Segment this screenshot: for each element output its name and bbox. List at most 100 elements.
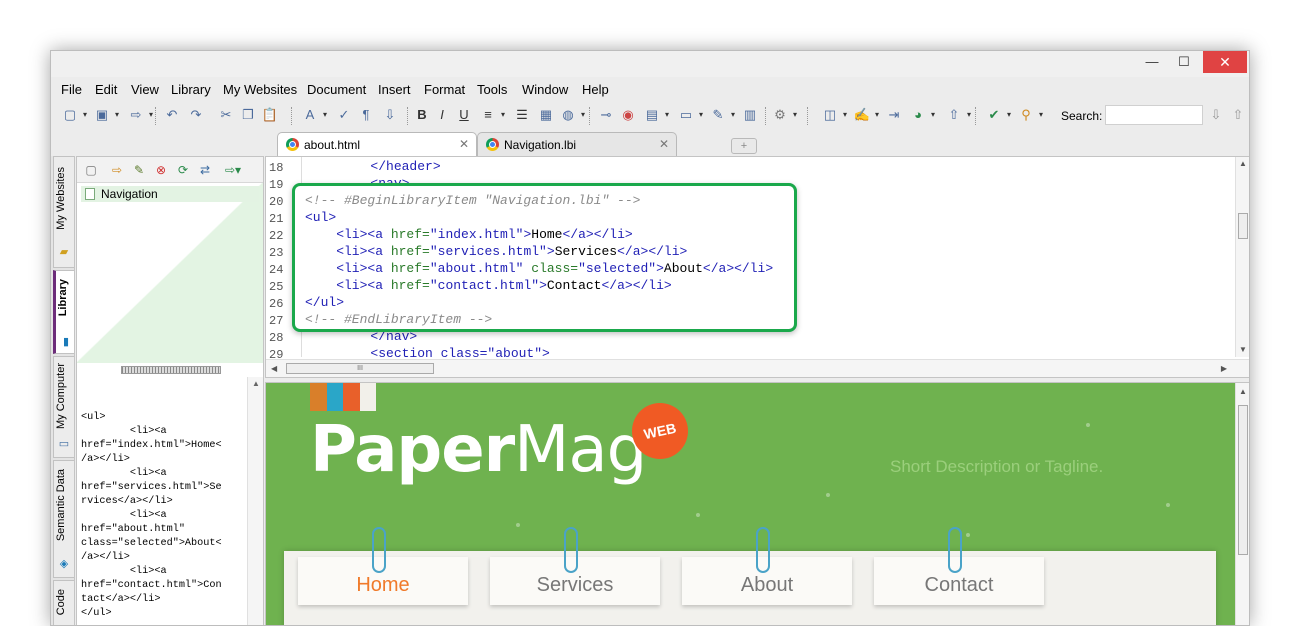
form-icon[interactable]: ▭: [677, 106, 703, 124]
new-file-icon[interactable]: ▢: [61, 106, 87, 124]
library-options-icon[interactable]: ⇨▾: [225, 162, 241, 178]
scroll-down-icon[interactable]: ▼: [1239, 345, 1247, 354]
menu-format[interactable]: Format: [424, 82, 465, 97]
li-open-tag: <li><a: [305, 244, 391, 259]
scroll-up-icon[interactable]: ▲: [252, 379, 260, 388]
menu-document[interactable]: Document: [307, 82, 366, 97]
scroll-up-icon[interactable]: ▲: [1239, 159, 1247, 168]
side-tab-my-websites[interactable]: My Websites ▰: [53, 156, 74, 268]
scroll-thumb[interactable]: [1238, 213, 1248, 239]
export-icon[interactable]: ⇥: [885, 106, 903, 124]
line-number: 27: [269, 314, 284, 328]
href-value: "services.html": [429, 244, 547, 259]
library-preview-scrollbar[interactable]: ▲: [247, 377, 263, 625]
publish-icon[interactable]: ⇨: [127, 106, 153, 124]
bold-icon[interactable]: B: [413, 106, 431, 124]
menu-file[interactable]: File: [61, 82, 82, 97]
side-tab-code[interactable]: Code: [53, 580, 74, 625]
library-item-navigation[interactable]: Navigation: [81, 186, 259, 202]
tab-about-html[interactable]: about.html ✕: [277, 132, 477, 156]
new-library-item-icon[interactable]: ▢: [83, 162, 99, 178]
scroll-thumb[interactable]: III: [286, 363, 434, 374]
layout-icon[interactable]: ◫: [821, 106, 847, 124]
preview-scrollbar[interactable]: ▲: [1235, 383, 1249, 625]
edit-icon[interactable]: ✎: [709, 106, 735, 124]
link-text: Home: [531, 227, 563, 242]
code-line: </header>: [308, 159, 441, 174]
paragraph-icon[interactable]: ¶: [357, 106, 375, 124]
paste-icon[interactable]: 📋: [261, 106, 279, 124]
scroll-thumb[interactable]: [1238, 405, 1248, 555]
search-prev-icon[interactable]: ⇧: [1229, 106, 1247, 124]
redo-icon[interactable]: ↷: [187, 106, 205, 124]
upload-icon[interactable]: ⇧: [945, 106, 971, 124]
menu-help[interactable]: Help: [582, 82, 609, 97]
code-icon[interactable]: ⊸: [597, 106, 615, 124]
li-close-tag: </a></li>: [702, 261, 774, 276]
title-bar: — ☐ ✕: [51, 51, 1249, 77]
menu-library[interactable]: Library: [171, 82, 211, 97]
sync-library-icon[interactable]: ⇄: [197, 162, 213, 178]
layers-icon[interactable]: ▥: [741, 106, 759, 124]
underline-icon[interactable]: U: [455, 106, 473, 124]
menu-my-websites[interactable]: My Websites: [223, 82, 297, 97]
cut-icon[interactable]: ✂: [217, 106, 235, 124]
close-button[interactable]: ✕: [1203, 51, 1247, 73]
side-tab-label: Library: [57, 279, 69, 317]
insert-icon[interactable]: ⇩: [381, 106, 399, 124]
minimize-button[interactable]: —: [1135, 51, 1169, 73]
maximize-button[interactable]: ☐: [1167, 51, 1201, 73]
close-tab-icon[interactable]: ✕: [459, 137, 469, 151]
scroll-up-icon[interactable]: ▲: [1239, 387, 1247, 396]
link-icon[interactable]: ◍: [559, 106, 585, 124]
editor-horizontal-scrollbar[interactable]: ◀ III ▶: [266, 359, 1249, 377]
line-number: 23: [269, 246, 284, 260]
new-tab-button[interactable]: +: [731, 138, 757, 154]
panel-splitter[interactable]: [121, 366, 221, 374]
insert-library-item-icon[interactable]: ⇨: [109, 162, 125, 178]
code-editor[interactable]: 18 19 20 21 22 23 24 25 26 27 28 29 </he…: [265, 156, 1249, 378]
search-next-icon[interactable]: ⇩: [1207, 106, 1225, 124]
color-icon[interactable]: ◉: [619, 106, 637, 124]
menu-insert[interactable]: Insert: [378, 82, 411, 97]
delete-library-item-icon[interactable]: ⊗: [153, 162, 169, 178]
line-number: 19: [269, 178, 284, 192]
settings-icon[interactable]: ⚙: [771, 106, 797, 124]
brand-color-bars: [310, 383, 376, 411]
italic-icon[interactable]: I: [433, 106, 451, 124]
list-icon[interactable]: ☰: [513, 106, 531, 124]
menu-view[interactable]: View: [131, 82, 159, 97]
align-icon[interactable]: ≡: [479, 106, 505, 124]
scroll-left-icon[interactable]: ◀: [271, 364, 277, 373]
undo-icon[interactable]: ↶: [163, 106, 181, 124]
close-tab-icon[interactable]: ✕: [659, 137, 669, 151]
editor-vertical-scrollbar[interactable]: ▲ ▼: [1235, 157, 1249, 357]
tab-navigation-lbi[interactable]: Navigation.lbi ✕: [477, 132, 677, 156]
note-icon[interactable]: ✍: [853, 106, 879, 124]
side-tab-library[interactable]: Library ▮: [53, 270, 74, 354]
refresh-library-icon[interactable]: ⟳: [175, 162, 191, 178]
design-preview[interactable]: PaperMag WEB Short Description or Taglin…: [265, 382, 1249, 625]
scroll-right-icon[interactable]: ▶: [1221, 364, 1227, 373]
validate-icon[interactable]: ✔: [985, 106, 1011, 124]
menu-window[interactable]: Window: [522, 82, 568, 97]
nav-code-line-about: <li><a href="about.html" class="selected…: [305, 261, 773, 276]
nav-code-line-services: <li><a href="services.html">Services</a>…: [305, 244, 687, 259]
library-item-highlight: <!-- #BeginLibraryItem "Navigation.lbi" …: [292, 183, 797, 332]
font-style-icon[interactable]: A: [301, 106, 327, 124]
copy-icon[interactable]: ❐: [239, 106, 257, 124]
side-tab-my-computer[interactable]: My Computer ▭: [53, 356, 74, 458]
save-icon[interactable]: ▣: [93, 106, 119, 124]
menu-tools[interactable]: Tools: [477, 82, 507, 97]
side-tab-semantic-data[interactable]: Semantic Data ◈: [53, 460, 74, 578]
globe-icon[interactable]: ◕: [909, 106, 935, 124]
document-tabs: about.html ✕ Navigation.lbi ✕ +: [277, 132, 1177, 156]
search-input[interactable]: [1105, 105, 1203, 125]
nav-code-line-home: <li><a href="index.html">Home</a></li>: [305, 227, 633, 242]
table-icon[interactable]: ▤: [643, 106, 669, 124]
image-icon[interactable]: ▦: [537, 106, 555, 124]
menu-edit[interactable]: Edit: [95, 82, 117, 97]
find-icon[interactable]: ⚲: [1017, 106, 1043, 124]
spellcheck-icon[interactable]: ✓: [335, 106, 353, 124]
edit-library-item-icon[interactable]: ✎: [131, 162, 147, 178]
